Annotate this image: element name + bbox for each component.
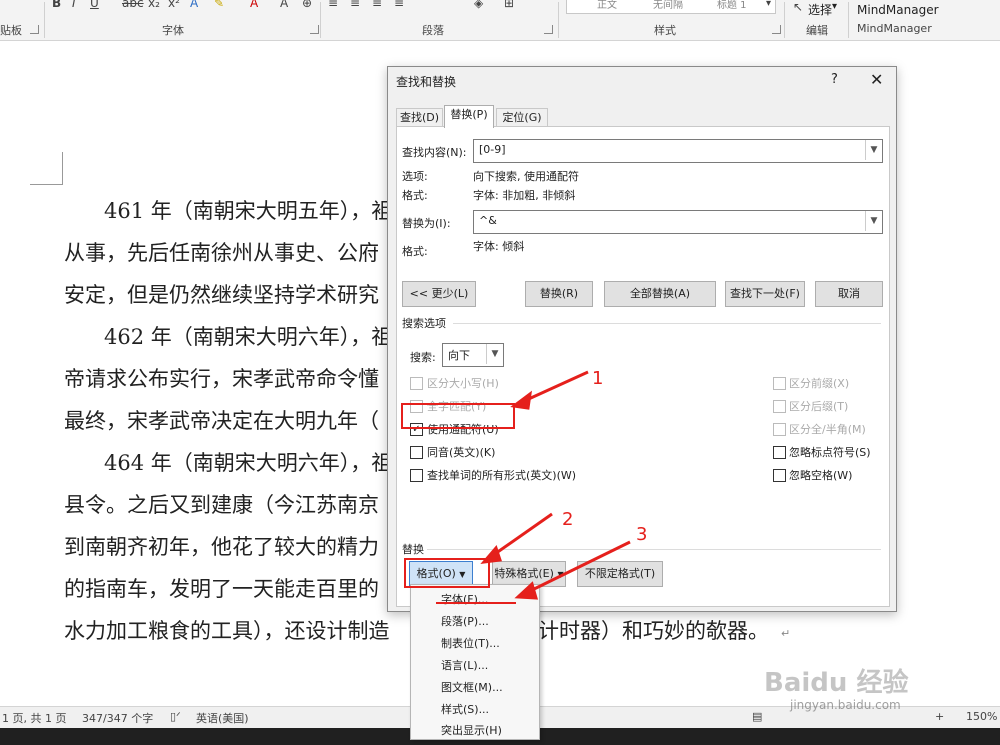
watermark-url: jingyan.baidu.com — [790, 698, 901, 712]
callout-2: 2 — [562, 509, 574, 530]
callout-3: 3 — [636, 524, 648, 545]
annotation-arrows — [480, 370, 631, 600]
arrow-3 — [527, 540, 631, 594]
tab-replace[interactable]: 替换(P) — [444, 105, 494, 128]
arrow-1 — [521, 370, 589, 404]
arrow-3-head — [514, 581, 539, 600]
arrow-2 — [491, 512, 553, 558]
baidu-watermark: Baidu 经验 jingyan.baidu.com — [760, 660, 990, 720]
arrow-2-head — [480, 545, 503, 564]
callout-1: 1 — [592, 368, 604, 389]
arrow-1-head — [510, 390, 532, 410]
watermark-brand: Baidu 经验 — [764, 668, 909, 698]
